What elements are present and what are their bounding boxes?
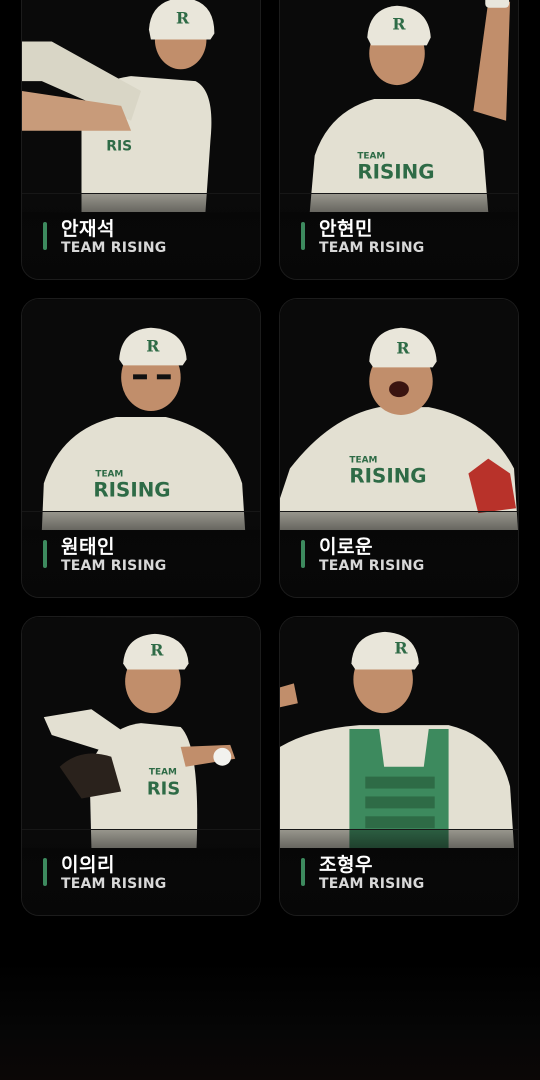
svg-text:R: R <box>394 639 408 658</box>
player-card[interactable]: R TEAM RISING 이로운 TEAM RISING <box>279 298 519 598</box>
player-team: TEAM RISING <box>319 558 425 574</box>
player-raised-arm-photo: R TEAM RISING <box>280 0 518 213</box>
svg-text:RISING: RISING <box>93 478 170 501</box>
svg-text:R: R <box>176 9 190 28</box>
player-name: 안재석 <box>61 218 115 240</box>
accent-bar <box>43 222 47 250</box>
player-info: 이의리 TEAM RISING <box>22 829 260 915</box>
svg-text:RISING: RISING <box>357 160 434 183</box>
player-team: TEAM RISING <box>61 876 167 892</box>
player-name: 조형우 <box>319 854 373 876</box>
player-name: 이로운 <box>319 536 373 558</box>
svg-text:R: R <box>392 15 406 34</box>
player-team: TEAM RISING <box>319 876 425 892</box>
bottom-fade <box>0 960 540 1080</box>
svg-text:RIS: RIS <box>147 778 180 799</box>
player-team: TEAM RISING <box>319 240 425 256</box>
player-info: 이로운 TEAM RISING <box>280 511 518 597</box>
svg-text:TEAM: TEAM <box>149 768 177 778</box>
player-grid-screen: R RIS 안재석 TEAM RISING R TEAM RISING 안현민 … <box>0 0 540 1080</box>
player-card[interactable]: R TEAM RIS 이의리 TEAM RISING <box>21 616 261 916</box>
player-card[interactable]: R 조형우 TEAM RISING <box>279 616 519 916</box>
player-pitching-photo: R TEAM RIS <box>22 617 260 849</box>
accent-bar <box>301 540 305 568</box>
player-info: 원태인 TEAM RISING <box>22 511 260 597</box>
svg-text:R: R <box>146 337 160 356</box>
player-name: 안현민 <box>319 218 373 240</box>
svg-text:R: R <box>150 641 164 660</box>
player-shouting-photo: R TEAM RISING <box>280 299 518 531</box>
player-catcher-photo: R <box>280 617 518 849</box>
accent-bar <box>43 858 47 886</box>
player-batting-photo: R RIS <box>22 0 260 213</box>
svg-text:R: R <box>396 339 410 358</box>
player-team: TEAM RISING <box>61 558 167 574</box>
player-info: 안현민 TEAM RISING <box>280 193 518 279</box>
player-name: 원태인 <box>61 536 115 558</box>
player-info: 조형우 TEAM RISING <box>280 829 518 915</box>
player-team: TEAM RISING <box>61 240 167 256</box>
player-card[interactable]: R RIS 안재석 TEAM RISING <box>21 0 261 280</box>
accent-bar <box>43 540 47 568</box>
player-card[interactable]: R TEAM RISING 원태인 TEAM RISING <box>21 298 261 598</box>
svg-text:RISING: RISING <box>349 464 426 487</box>
player-card[interactable]: R TEAM RISING 안현민 TEAM RISING <box>279 0 519 280</box>
accent-bar <box>301 858 305 886</box>
player-name: 이의리 <box>61 854 115 876</box>
player-card-grid: R RIS 안재석 TEAM RISING R TEAM RISING 안현민 … <box>21 0 519 916</box>
player-info: 안재석 TEAM RISING <box>22 193 260 279</box>
svg-text:RIS: RIS <box>106 139 132 155</box>
accent-bar <box>301 222 305 250</box>
player-eyeblack-photo: R TEAM RISING <box>22 299 260 531</box>
